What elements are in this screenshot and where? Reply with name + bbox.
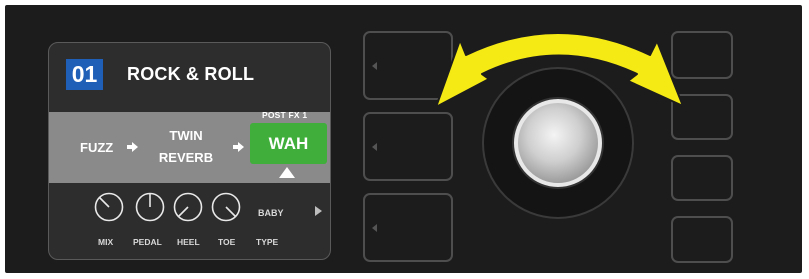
amp-control-panel: 01 ROCK & ROLL POST FX 1 FUZZ TWIN REVER… (5, 5, 802, 273)
encoder-overlay (435, 32, 684, 219)
rotary-encoder-knob[interactable] (482, 67, 634, 219)
